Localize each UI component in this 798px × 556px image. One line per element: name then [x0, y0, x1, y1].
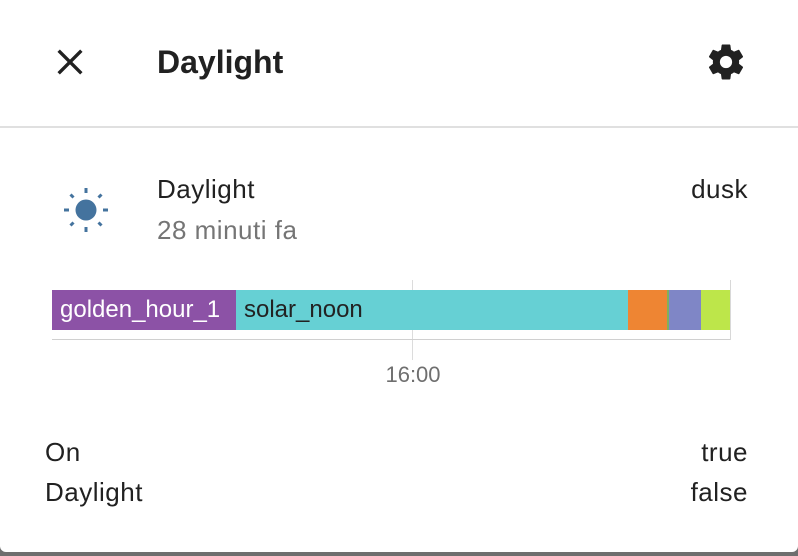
close-button[interactable] — [46, 38, 94, 86]
attribute-row-daylight: Daylight false — [45, 477, 748, 517]
close-icon — [57, 49, 83, 75]
entity-last-changed: 28 minuti fa — [157, 215, 298, 245]
entity-name: Daylight — [157, 174, 255, 204]
timeline-end-line — [730, 280, 731, 340]
timeline-segment-solar-noon[interactable]: solar_noon — [236, 290, 628, 330]
timeline-segment[interactable] — [701, 290, 730, 330]
settings-button[interactable] — [700, 36, 752, 88]
timeline-segment[interactable] — [628, 290, 668, 330]
attribute-value: true — [701, 437, 748, 467]
timeline-segment-golden-hour-1[interactable]: golden_hour_1 — [52, 290, 236, 330]
attribute-name: Daylight — [45, 477, 143, 507]
timeline-segment[interactable] — [669, 290, 701, 330]
more-info-dialog: Daylight Daylight 28 minuti fa dusk gold… — [0, 0, 798, 552]
sun-icon — [64, 188, 108, 232]
attribute-value: false — [690, 477, 748, 507]
timeline-axis — [52, 339, 730, 340]
segment-label: golden_hour_1 — [60, 296, 221, 323]
timeline-tick-label: 16:00 — [385, 362, 441, 387]
dialog-title: Daylight — [157, 44, 284, 80]
dialog-header: Daylight — [0, 0, 798, 128]
segment-label: solar_noon — [244, 296, 363, 323]
entity-state: dusk — [691, 174, 748, 204]
attribute-name: On — [45, 437, 81, 467]
entity-row: Daylight 28 minuti fa dusk — [0, 160, 798, 260]
attribute-row-on: On true — [45, 437, 748, 477]
history-timeline[interactable]: golden_hour_1 solar_noon 16:00 — [52, 280, 732, 390]
gear-icon — [708, 44, 744, 80]
